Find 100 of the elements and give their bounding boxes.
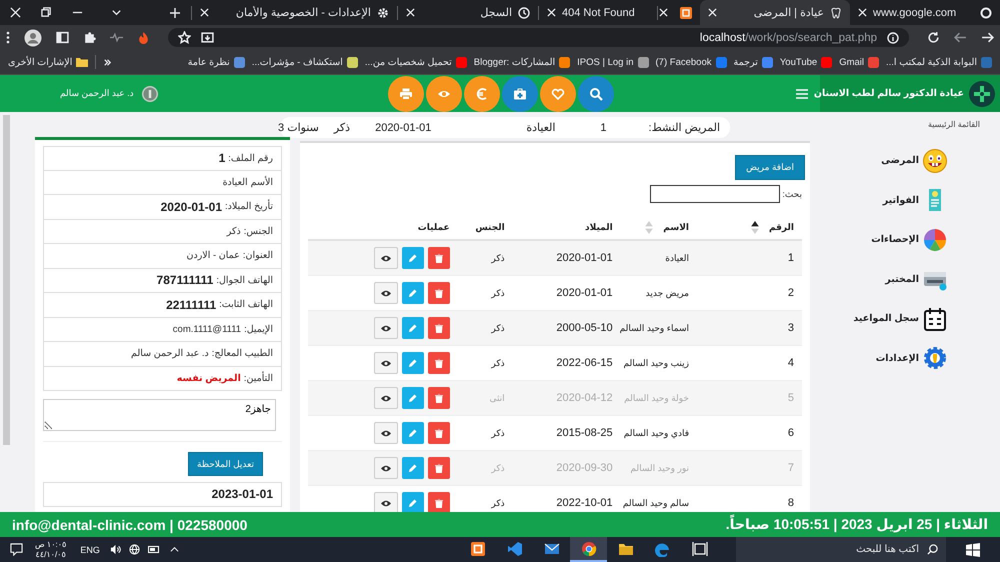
close-icon[interactable] (659, 8, 668, 17)
menu-item[interactable]: الإعدادات (810, 338, 1000, 378)
double-chevron-icon[interactable] (103, 58, 112, 66)
close-icon[interactable] (10, 7, 21, 18)
reload-icon[interactable] (927, 31, 940, 44)
clock-time[interactable]: ١٠:٠٥ ص (35, 540, 66, 550)
bookmark-item[interactable]: Gmail (839, 56, 879, 68)
delete-button[interactable] (428, 282, 450, 304)
delete-button[interactable] (428, 387, 450, 409)
view-button[interactable] (374, 422, 398, 444)
bookmark-folder[interactable]: الإشارات الأخرى (8, 56, 88, 68)
bookmark-item[interactable]: نظرة عامة (188, 56, 245, 68)
delete-button[interactable] (428, 247, 450, 269)
first-aid-button[interactable] (502, 76, 538, 112)
eye-icon (380, 500, 391, 506)
menu-item[interactable]: الفواتير (810, 180, 1000, 220)
table-cell: 5 (788, 392, 794, 404)
browser-tab[interactable]: عيادة | المرضى (700, 0, 850, 25)
search-button[interactable] (578, 76, 614, 112)
column-header[interactable]: الاسم (663, 222, 689, 232)
speaker-icon[interactable] (110, 544, 121, 555)
plus-icon[interactable] (169, 6, 181, 18)
add-patient-button[interactable]: اضافة مريض (735, 155, 805, 180)
logo-icon (969, 80, 995, 106)
delete-button[interactable] (428, 352, 450, 374)
sort-icon[interactable] (750, 220, 759, 234)
search-field[interactable] (650, 185, 780, 203)
printer-icon (398, 86, 413, 100)
pulse-icon[interactable] (110, 31, 123, 44)
fire-icon[interactable] (137, 31, 150, 44)
view-button[interactable] (374, 247, 398, 269)
print-button[interactable] (388, 76, 424, 112)
notes-field[interactable]: جاهز2 (43, 399, 276, 431)
info-icon[interactable] (887, 32, 899, 44)
kebab-menu-icon[interactable] (6, 31, 10, 44)
view-button[interactable] (374, 282, 398, 304)
star-icon[interactable] (178, 31, 191, 44)
bookmark-item[interactable]: IPOS | Log in (577, 56, 649, 68)
trash-icon (434, 464, 443, 472)
field-value: 1 (600, 122, 607, 134)
browser-tab[interactable]: www.google.com (850, 0, 1000, 25)
sidebar-icon[interactable] (56, 31, 69, 44)
menu-item[interactable]: المرضى (810, 141, 1000, 180)
right-arrow-icon[interactable] (981, 31, 994, 44)
view-button[interactable] (374, 387, 398, 409)
user-name: د. عبد الرحمن سالم (60, 88, 134, 99)
delete-button[interactable] (428, 317, 450, 339)
battery-icon[interactable] (148, 545, 160, 554)
first-aid-kit-icon (512, 86, 527, 100)
view-button[interactable] (374, 352, 398, 374)
close-icon[interactable] (547, 8, 556, 17)
browser-tab[interactable]: السجل (398, 0, 538, 25)
globe-icon[interactable] (128, 544, 140, 555)
view-button[interactable] (374, 492, 398, 512)
browser-tab[interactable]: 404 Not Found (539, 0, 657, 25)
eye-button[interactable] (426, 76, 462, 112)
windows-icon[interactable] (966, 542, 980, 556)
view-button[interactable] (374, 317, 398, 339)
chevron-down-icon[interactable] (111, 7, 122, 18)
close-icon[interactable] (406, 8, 415, 17)
bookmark-item[interactable]: البوابة الذكية لمكتب ا... (886, 56, 992, 68)
bookmark-item[interactable]: استكشاف - مؤشرات... (252, 56, 358, 68)
view-button[interactable] (374, 457, 398, 479)
scroll-bar[interactable] (3, 115, 10, 445)
language-indicator[interactable]: ENG (80, 544, 100, 554)
clock-date[interactable]: ٤٤/١٠/٠٥ (36, 550, 66, 560)
menu-icon[interactable] (796, 88, 808, 98)
pencil-icon (408, 464, 418, 472)
menu-item[interactable]: سجل المواعيد (810, 299, 1000, 338)
delete-button[interactable] (428, 422, 450, 444)
save-note-button[interactable]: تعديل الملاحظة (188, 452, 263, 476)
puzzle-icon[interactable] (83, 31, 96, 44)
column-header[interactable]: عمليات (418, 222, 450, 232)
bookmark-item[interactable]: تحميل شخصيات من... (364, 56, 467, 68)
bookmark-item[interactable]: ترجمة (734, 56, 773, 68)
menu-item[interactable]: المختبر (810, 260, 1000, 299)
eye-icon (380, 324, 391, 332)
delete-button[interactable] (428, 457, 450, 479)
close-icon[interactable] (708, 8, 717, 17)
taskbar-search[interactable]: اكتب هنا للبحث (736, 537, 946, 562)
column-header[interactable]: الرقم (768, 222, 794, 232)
bookmark-item[interactable]: (7) Facebook (656, 56, 726, 68)
bookmark-item[interactable]: YouTube (780, 56, 832, 68)
bookmark-item[interactable]: المشاركات :Blogger (474, 56, 570, 68)
notification-icon[interactable] (10, 543, 23, 556)
left-arrow-icon[interactable] (954, 31, 967, 44)
table-cell: ذكر (491, 288, 505, 298)
euro-icon (474, 86, 489, 100)
close-icon[interactable] (200, 8, 209, 17)
heart-button[interactable] (540, 76, 576, 112)
euro-button[interactable] (464, 76, 500, 112)
menu-item[interactable]: الإحصاءات (810, 220, 1000, 260)
address-field[interactable]: localhost/work/pos/search_pat.php (168, 28, 909, 47)
column-header[interactable]: الميلاد (585, 222, 613, 232)
delete-button[interactable] (428, 492, 450, 512)
column-header[interactable]: الجنس (475, 222, 505, 232)
chevron-up-icon[interactable] (170, 545, 179, 554)
install-icon[interactable] (201, 31, 214, 44)
close-icon[interactable] (858, 8, 867, 17)
restore-icon[interactable] (41, 7, 52, 18)
